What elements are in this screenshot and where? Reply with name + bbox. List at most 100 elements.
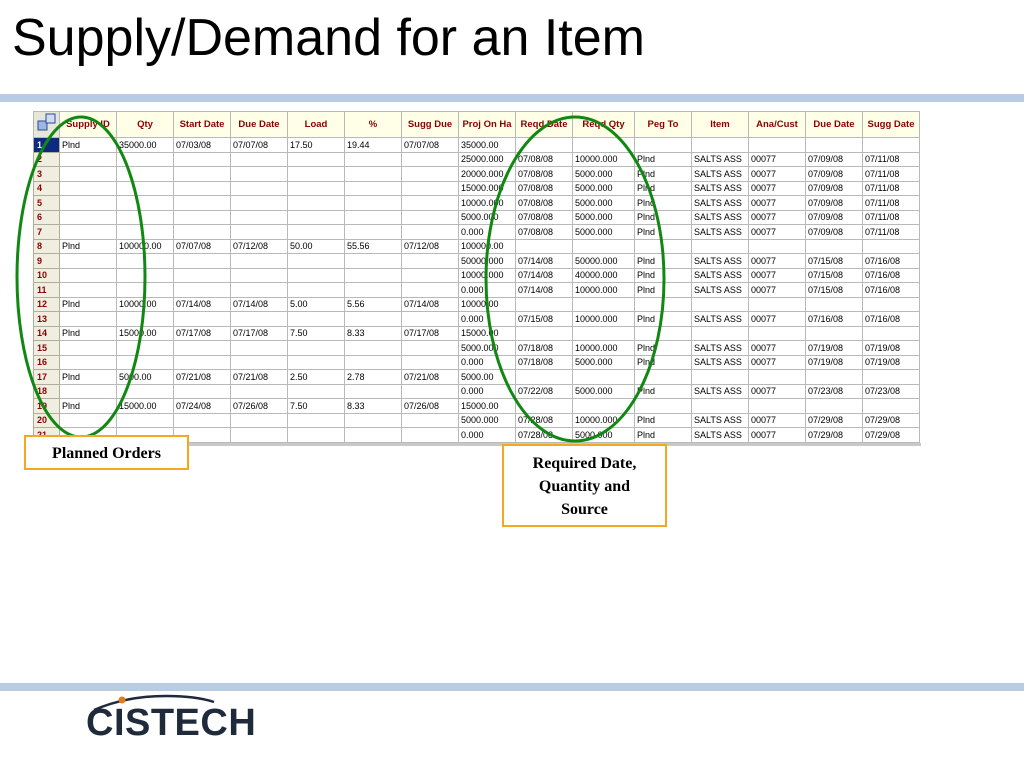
- table-cell[interactable]: Plnd: [634, 340, 692, 356]
- table-cell[interactable]: 5000.000: [572, 383, 635, 399]
- table-cell[interactable]: [691, 238, 749, 254]
- table-cell[interactable]: 5000.000: [572, 195, 635, 211]
- table-cell[interactable]: [116, 383, 174, 399]
- table-cell[interactable]: [173, 267, 231, 283]
- table-cell[interactable]: Plnd: [634, 427, 692, 443]
- table-cell[interactable]: 07/21/08: [173, 369, 231, 385]
- table-cell[interactable]: 10000.00: [116, 296, 174, 312]
- table-cell[interactable]: 10000.000: [572, 340, 635, 356]
- table-row[interactable]: 16 0.000 07/18/08 5000.000 Plnd SALTS ASS 0007…: [33, 354, 920, 370]
- table-cell[interactable]: [401, 209, 459, 225]
- table-cell[interactable]: [59, 267, 117, 283]
- table-cell[interactable]: [59, 340, 117, 356]
- table-cell[interactable]: [572, 296, 635, 312]
- table-cell[interactable]: 35000.00: [116, 137, 174, 153]
- table-cell[interactable]: 07/19/08: [862, 340, 920, 356]
- table-cell[interactable]: [748, 369, 806, 385]
- table-cell[interactable]: Plnd: [634, 224, 692, 240]
- table-cell[interactable]: 07/19/08: [805, 354, 863, 370]
- table-cell[interactable]: 5000.000: [572, 166, 635, 182]
- table-cell[interactable]: 00077: [748, 282, 806, 298]
- table-cell[interactable]: [116, 267, 174, 283]
- table-cell[interactable]: [173, 180, 231, 196]
- table-cell[interactable]: 07/23/08: [862, 383, 920, 399]
- table-cell[interactable]: 7.50: [287, 325, 345, 341]
- table-cell[interactable]: [344, 224, 402, 240]
- table-cell[interactable]: 07/15/08: [805, 253, 863, 269]
- table-row[interactable]: 3 20000.000 07/08/08 5000.000 Plnd SALTS ASS 0…: [33, 166, 920, 182]
- table-cell[interactable]: [59, 195, 117, 211]
- table-cell[interactable]: [634, 137, 692, 153]
- table-cell[interactable]: 5000.000: [572, 427, 635, 443]
- table-cell[interactable]: SALTS ASS: [691, 224, 749, 240]
- table-cell[interactable]: 07/03/08: [173, 137, 231, 153]
- table-cell[interactable]: 07/11/08: [862, 195, 920, 211]
- table-cell[interactable]: 07/14/08: [515, 267, 573, 283]
- table-cell[interactable]: SALTS ASS: [691, 427, 749, 443]
- table-cell[interactable]: 07/09/08: [805, 209, 863, 225]
- row-number[interactable]: 7: [33, 224, 60, 240]
- table-cell[interactable]: [344, 383, 402, 399]
- table-cell[interactable]: 0.000: [458, 383, 516, 399]
- table-cell[interactable]: 8.33: [344, 325, 402, 341]
- table-cell[interactable]: [401, 282, 459, 298]
- table-row[interactable]: 17 Plnd 5000.00 07/21/08 07/21/08 2.50 2.78 07/…: [33, 369, 920, 385]
- table-row[interactable]: 8 Plnd 100000.00 07/07/08 07/12/08 50.00 55.56…: [33, 238, 920, 254]
- table-cell[interactable]: [344, 354, 402, 370]
- table-cell[interactable]: 07/11/08: [862, 224, 920, 240]
- table-cell[interactable]: 07/09/08: [805, 166, 863, 182]
- table-row[interactable]: 2 25000.000 07/08/08 10000.000 Plnd SALTS ASS…: [33, 151, 920, 167]
- table-cell[interactable]: [173, 253, 231, 269]
- column-header[interactable]: Start Date: [173, 111, 231, 138]
- table-cell[interactable]: 07/12/08: [401, 238, 459, 254]
- table-cell[interactable]: 07/15/08: [515, 311, 573, 327]
- table-cell[interactable]: [515, 325, 573, 341]
- table-cell[interactable]: 07/08/08: [515, 151, 573, 167]
- table-cell[interactable]: 07/28/08: [515, 427, 573, 443]
- table-cell[interactable]: [401, 267, 459, 283]
- column-header[interactable]: Sugg Due: [401, 111, 459, 138]
- table-cell[interactable]: 55.56: [344, 238, 402, 254]
- table-cell[interactable]: 07/08/08: [515, 180, 573, 196]
- column-header[interactable]: Qty: [116, 111, 174, 138]
- table-cell[interactable]: [748, 398, 806, 414]
- table-cell[interactable]: [287, 224, 345, 240]
- table-cell[interactable]: [116, 224, 174, 240]
- table-cell[interactable]: 00077: [748, 383, 806, 399]
- table-cell[interactable]: [691, 369, 749, 385]
- table-cell[interactable]: 0.000: [458, 224, 516, 240]
- table-cell[interactable]: [862, 137, 920, 153]
- table-cell[interactable]: 10000.00: [458, 296, 516, 312]
- table-cell[interactable]: [287, 427, 345, 443]
- table-cell[interactable]: 00077: [748, 354, 806, 370]
- table-cell[interactable]: 5000.00: [116, 369, 174, 385]
- table-row[interactable]: 12 Plnd 10000.00 07/14/08 07/14/08 5.00 5.56 07…: [33, 296, 920, 312]
- table-cell[interactable]: 10000.000: [572, 282, 635, 298]
- table-cell[interactable]: 5000.000: [572, 224, 635, 240]
- table-row[interactable]: 1 Plnd 35000.00 07/03/08 07/07/08 17.50 19.44 0…: [33, 137, 920, 153]
- table-cell[interactable]: 20000.000: [458, 166, 516, 182]
- table-cell[interactable]: [344, 166, 402, 182]
- table-cell[interactable]: 07/14/08: [515, 253, 573, 269]
- table-cell[interactable]: [691, 325, 749, 341]
- table-cell[interactable]: [230, 267, 288, 283]
- table-cell[interactable]: [287, 354, 345, 370]
- table-cell[interactable]: 07/19/08: [805, 340, 863, 356]
- table-row[interactable]: 4 15000.000 07/08/08 5000.000 Plnd SALTS ASS 0…: [33, 180, 920, 196]
- table-cell[interactable]: 50.00: [287, 238, 345, 254]
- table-cell[interactable]: Plnd: [634, 282, 692, 298]
- table-cell[interactable]: [805, 325, 863, 341]
- table-cell[interactable]: 07/07/08: [173, 238, 231, 254]
- row-number[interactable]: 19: [33, 398, 60, 414]
- table-cell[interactable]: [344, 427, 402, 443]
- supply-demand-grid[interactable]: Supply ID Qty Start Date Due Date Load% Sugg …: [33, 111, 921, 446]
- table-cell[interactable]: [401, 412, 459, 428]
- table-cell[interactable]: [805, 137, 863, 153]
- table-cell[interactable]: 00077: [748, 180, 806, 196]
- table-cell[interactable]: [515, 369, 573, 385]
- column-header[interactable]: Proj On Ha: [458, 111, 516, 138]
- table-cell[interactable]: 00077: [748, 267, 806, 283]
- table-cell[interactable]: 07/08/08: [515, 166, 573, 182]
- table-cell[interactable]: [515, 398, 573, 414]
- table-cell[interactable]: 00077: [748, 195, 806, 211]
